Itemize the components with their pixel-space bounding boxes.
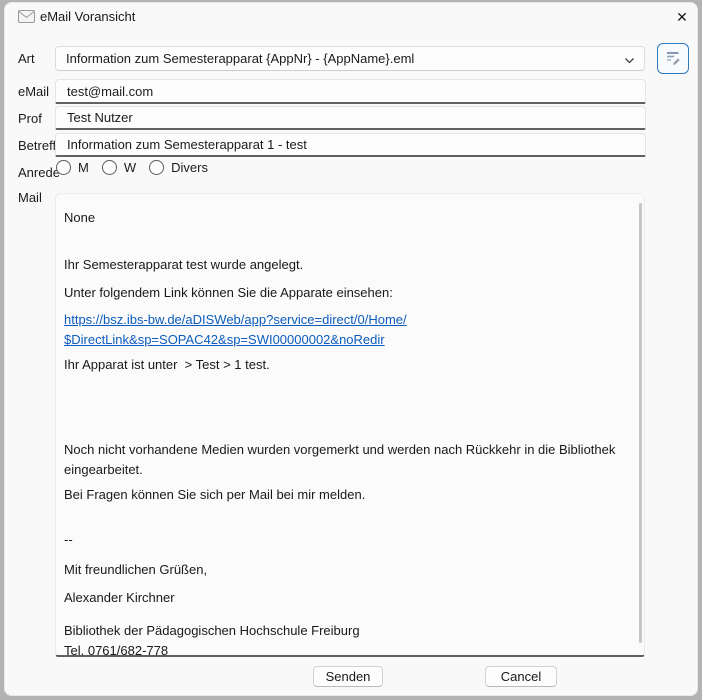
email-input[interactable] bbox=[55, 79, 646, 104]
window-title: eMail Voransicht bbox=[40, 9, 135, 24]
betreff-input[interactable] bbox=[55, 133, 646, 157]
mail-envelope-icon bbox=[18, 10, 35, 23]
mail-paragraph: Alexander Kirchner bbox=[64, 588, 620, 608]
anrede-radio-m[interactable]: M bbox=[56, 160, 89, 175]
semesterapparat-link[interactable]: https://bsz.ibs-bw.de/aDISWeb/app?servic… bbox=[64, 310, 407, 350]
mail-paragraph: Noch nicht vorhandene Medien wurden vorg… bbox=[64, 440, 620, 480]
mail-paragraph: Bei Fragen können Sie sich per Mail bei … bbox=[64, 485, 620, 505]
radio-unchecked-icon bbox=[102, 160, 117, 175]
mail-paragraph: Ihr Apparat ist unter > Test > 1 test. bbox=[64, 355, 620, 375]
mail-scrollbar[interactable] bbox=[639, 203, 642, 643]
prof-label: Prof bbox=[18, 111, 42, 126]
mail-paragraph: None bbox=[64, 208, 620, 228]
radio-unchecked-icon bbox=[149, 160, 164, 175]
radio-label-m: M bbox=[78, 160, 89, 175]
email-label: eMail bbox=[18, 84, 49, 99]
screenshot-frame: eMail Voransicht ✕ Art Information zum S… bbox=[0, 0, 702, 700]
betreff-label: Betreff bbox=[18, 138, 56, 153]
mail-paragraph: Ihr Semesterapparat test wurde angelegt. bbox=[64, 255, 620, 275]
edit-list-icon bbox=[665, 49, 682, 69]
anrede-label: Anrede bbox=[18, 165, 60, 180]
cancel-button[interactable]: Cancel bbox=[485, 666, 557, 687]
chevron-down-icon bbox=[624, 54, 635, 69]
radio-label-divers: Divers bbox=[171, 160, 208, 175]
anrede-radio-group: M W Divers bbox=[56, 159, 208, 175]
art-label: Art bbox=[18, 51, 35, 66]
close-button[interactable]: ✕ bbox=[668, 4, 696, 30]
anrede-radio-w[interactable]: W bbox=[102, 160, 136, 175]
anrede-radio-divers[interactable]: Divers bbox=[149, 160, 208, 175]
art-combobox-value: Information zum Semesterapparat {AppNr} … bbox=[66, 51, 414, 66]
mail-paragraph: Bibliothek der Pädagogischen Hochschule … bbox=[64, 621, 620, 657]
edit-template-button[interactable] bbox=[657, 43, 689, 74]
mail-signature-separator: -- bbox=[64, 530, 620, 550]
prof-input[interactable] bbox=[55, 106, 646, 130]
radio-label-w: W bbox=[124, 160, 136, 175]
mail-paragraph: Unter folgendem Link können Sie die Appa… bbox=[64, 283, 620, 303]
mail-paragraph: Mit freundlichen Grüßen, bbox=[64, 560, 620, 580]
radio-unchecked-icon bbox=[56, 160, 71, 175]
mail-label: Mail bbox=[18, 190, 42, 205]
art-combobox[interactable]: Information zum Semesterapparat {AppNr} … bbox=[55, 46, 645, 71]
mail-body-area[interactable]: None Ihr Semesterapparat test wurde ange… bbox=[55, 193, 645, 657]
send-button[interactable]: Senden bbox=[313, 666, 383, 687]
